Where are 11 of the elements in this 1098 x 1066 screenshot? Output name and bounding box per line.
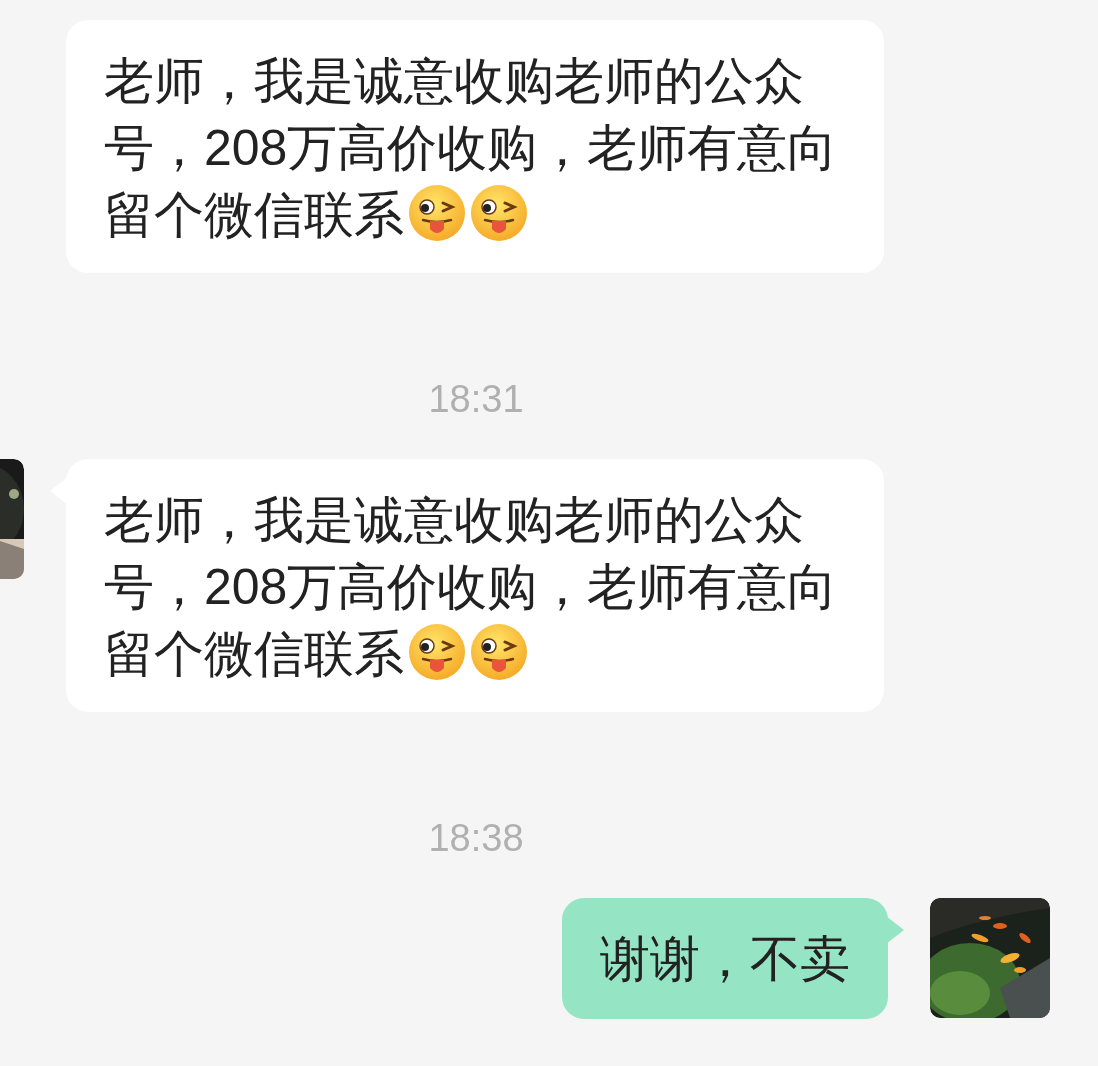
message-text: 老师，我是诚意收购老师的公众号，208万高价收购，老师有意向 xyxy=(104,491,839,617)
message-text: 留个微信联系 xyxy=(104,187,404,243)
timestamp: 18:38 xyxy=(428,816,524,860)
emoji-icon xyxy=(470,184,528,242)
emoji-icon xyxy=(408,184,466,242)
emoji-icon xyxy=(408,623,466,681)
message-text: 老师，我是诚意收购老师的公众号，208万高价收购，老师有意向 xyxy=(104,52,839,178)
emoji-icon xyxy=(470,623,528,681)
message-text: 谢谢，不卖 xyxy=(600,931,850,987)
timestamp: 18:31 xyxy=(428,377,524,421)
message-text: 留个微信联系 xyxy=(104,626,404,682)
